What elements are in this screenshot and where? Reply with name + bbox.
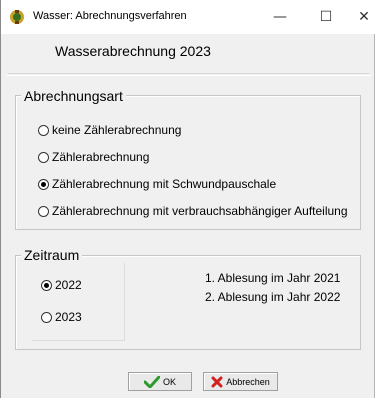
year-selection-box <box>32 263 125 341</box>
radio-label: keine Zählerabrechnung <box>52 123 182 137</box>
radio-label: 2023 <box>55 310 82 324</box>
cancel-button[interactable]: Abbrechen <box>203 372 278 391</box>
cancel-button-label: Abbrechen <box>226 376 270 387</box>
radio-label: Zählerabrechnung mit Schwundpauschale <box>52 177 277 191</box>
radio-indicator[interactable] <box>41 311 52 323</box>
window-title: Wasser: Abrechnungsverfahren <box>33 10 187 22</box>
billing-type-label: Abrechnungsart <box>24 88 123 104</box>
radio-meter-billing[interactable]: Zählerabrechnung <box>38 148 149 166</box>
first-reading-info: 1. Ablesung im Jahr 2021 <box>205 271 341 285</box>
period-label-wrap: Zeitraum <box>21 245 83 264</box>
radio-no-meter-billing[interactable]: keine Zählerabrechnung <box>38 121 181 139</box>
radio-indicator-selected[interactable] <box>41 279 52 291</box>
radio-year-2023[interactable]: 2023 <box>41 308 82 326</box>
radio-meter-billing-consumption[interactable]: Zählerabrechnung mit verbrauchsabhängige… <box>38 202 348 220</box>
radio-label: 2022 <box>55 278 82 292</box>
checkmark-icon <box>143 375 160 388</box>
header-panel: Wasserabrechnung 2023 <box>8 34 369 74</box>
radio-indicator[interactable] <box>38 124 49 136</box>
ok-button[interactable]: OK <box>128 372 192 391</box>
application-icon <box>10 10 24 24</box>
title-bar[interactable]: Wasser: Abrechnungsverfahren — ☐ ✕ <box>1 0 375 34</box>
radio-meter-billing-shrinkage[interactable]: Zählerabrechnung mit Schwundpauschale <box>38 175 276 193</box>
billing-type-label-wrap: Abrechnungsart <box>21 86 126 105</box>
header-title: Wasserabrechnung 2023 <box>55 43 211 59</box>
x-icon <box>211 376 223 387</box>
radio-indicator[interactable] <box>38 205 49 217</box>
radio-indicator-selected[interactable] <box>38 178 49 190</box>
radio-indicator[interactable] <box>38 151 49 163</box>
radio-label: Zählerabrechnung <box>52 150 150 164</box>
period-label: Zeitraum <box>24 247 80 263</box>
minimize-button[interactable]: — <box>257 0 303 34</box>
close-button[interactable]: ✕ <box>341 0 375 34</box>
ok-button-label: OK <box>162 376 176 387</box>
radio-year-2022[interactable]: 2022 <box>41 276 82 294</box>
radio-label: Zählerabrechnung mit verbrauchsabhängige… <box>52 204 348 218</box>
second-reading-info: 2. Ablesung im Jahr 2022 <box>205 290 341 304</box>
dialog-window: Wasser: Abrechnungsverfahren — ☐ ✕ Wasse… <box>0 0 375 398</box>
